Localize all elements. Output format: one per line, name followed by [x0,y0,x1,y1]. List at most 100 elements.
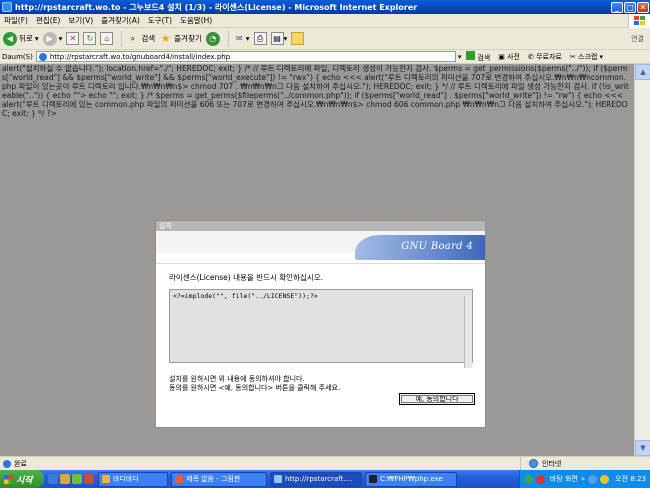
daum-toolbar-label: Daum(S) [2,52,33,61]
stop-button[interactable]: ✕ [66,32,80,45]
history-icon: ◔ [205,31,220,46]
edit-button[interactable]: ▤ ▾ [270,32,288,45]
status-text: 완료 [14,459,27,468]
back-label: 뒤로 [19,34,33,43]
minimize-button[interactable]: _ [611,1,623,13]
taskbar: 시작 바디바디 제목 없음 - 그림판 http://rpstarcraft..… [0,470,650,488]
toolbar-separator [227,30,229,47]
vertical-scrollbar[interactable]: ▲ ▼ [634,64,650,456]
free-calls-label: 무료자료 [536,52,562,61]
taskbar-item-label: 바디바디 [113,475,139,483]
search-tools: 검색 ▣ 사전 ✆ 무료자료 ✂ 스크랩 ▾ [466,50,603,63]
scroll-up-icon[interactable]: ▲ [635,64,650,80]
go-arrow-icon [466,50,476,60]
menu-tools[interactable]: 도구(T) [144,15,176,26]
links-label[interactable]: 연결 [631,34,644,44]
menu-edit[interactable]: 편집(E) [32,15,64,26]
license-notice: 라이센스(License) 내용을 반드시 확인하십시오. [169,273,324,282]
instruction-line-1: 설치를 원하시면 위 내용에 동의하셔야 합니다. [169,375,305,383]
mail-button[interactable]: ✉ ▾ [233,32,250,45]
chevron-icon[interactable]: » [581,475,585,483]
app-quicklaunch-icon[interactable] [84,474,94,484]
back-arrow-icon: ◀ [3,31,17,46]
start-label: 시작 [16,475,33,486]
refresh-button[interactable]: ↻ [83,32,97,45]
search-label: 검색 [141,34,156,43]
favorites-button[interactable]: ★ 즐겨찾기 [159,32,202,45]
go-search-label: 검색 [477,53,491,62]
ie-icon [274,475,282,483]
dialog-body: 라이센스(License) 내용을 반드시 확인하십시오. <?=implode… [156,264,485,393]
clock: 오전 8:23 [615,475,646,483]
forward-arrow-icon: ▶ [42,31,57,46]
dropdown-arrow-icon: ▾ [34,34,39,43]
go-search-button[interactable]: 검색 [466,50,491,63]
tray-icon[interactable] [535,474,545,484]
search-button[interactable]: ⌕ 검색 [126,32,156,45]
taskbar-item-php[interactable]: C:₩PHP₩php.exe [365,471,457,487]
dialog-title: 설치 [156,221,485,231]
search-icon: ⌕ [130,33,136,43]
license-scrollbar[interactable] [464,296,472,368]
page-done-icon [3,459,11,468]
app-quicklaunch-icon[interactable] [72,474,82,484]
taskbar-item-bodybody[interactable]: 바디바디 [98,471,168,487]
taskbar-item-ie[interactable]: http://rpstarcraft.... [270,471,362,487]
dropdown-arrow-icon: ▾ [283,34,288,43]
agree-button[interactable]: 예, 동의합니다 [399,393,475,405]
zone-label: 인터넷 [542,459,562,468]
home-button[interactable]: ⌂ [100,32,114,45]
page-icon [38,52,47,61]
scroll-down-icon[interactable]: ▼ [635,440,650,456]
instructions: 설치를 원하시면 위 내용에 동의하셔야 합니다. 동의를 원하시면 <예, 동… [169,375,472,393]
back-button[interactable]: ◀ 뒤로 ▾ [3,31,39,46]
desktop-toolbar-label[interactable]: 바탕 화면 [550,474,578,484]
taskbar-item-label: 제목 없음 - 그림판 [186,475,241,483]
taskbar-item-paint[interactable]: 제목 없음 - 그림판 [171,471,267,487]
standard-toolbar: ◀ 뒤로 ▾ ▶ ▾ ✕ ↻ ⌂ ⌕ 검색 ★ 즐겨찾기 ◔ ✉ ▾ ⎙ ▤ ▾… [0,28,650,50]
maximize-button[interactable]: □ [624,1,636,13]
menu-favorites[interactable]: 즐겨찾기(A) [97,15,144,26]
license-textarea[interactable]: <?=implode("", file("../LICENSE"));?> [169,289,473,363]
ie-quicklaunch-icon[interactable] [48,474,58,484]
taskbar-item-label: C:₩PHP₩php.exe [380,475,443,483]
dropdown-arrow-icon[interactable]: ▾ [458,53,462,61]
menu-view[interactable]: 보기(V) [64,15,97,26]
address-bar: Daum(S) http://rpstarcraft.wo.to/gnuboar… [0,50,650,64]
free-calls-button[interactable]: ✆ 무료자료 [528,52,562,62]
dialog-header: GNU Board 4 [156,231,485,264]
print-button[interactable]: ⎙ [253,32,267,45]
star-icon: ★ [160,32,171,45]
menu-file[interactable]: 파일(F) [0,15,32,26]
scrap-button[interactable]: ✂ 스크랩 ▾ [570,52,603,62]
forward-button[interactable]: ▶ ▾ [42,31,62,46]
window-title: http://rpstarcraft.wo.to - 그누보드4 설치 (1/3… [15,2,418,12]
network-icon[interactable] [600,474,610,484]
url-input[interactable]: http://rpstarcraft.wo.to/gnuboard4/insta… [35,51,456,62]
license-box: <?=implode("", file("../LICENSE"));?> [169,289,473,368]
start-button[interactable]: 시작 [0,470,44,488]
window-titlebar[interactable]: http://rpstarcraft.wo.to - 그누보드4 설치 (1/3… [0,0,650,14]
messenger-icon [102,475,110,483]
folder-quicklaunch-icon[interactable] [60,474,70,484]
console-icon [369,475,377,483]
volume-icon[interactable] [588,474,598,484]
dictionary-button[interactable]: ▣ 사전 [498,52,520,62]
history-button[interactable]: ◔ [205,31,220,46]
tray-icon[interactable] [523,474,533,484]
quick-launch [48,474,94,484]
install-dialog: 설치 GNU Board 4 라이센스(License) 내용을 반드시 확인하… [155,220,486,428]
dropdown-arrow-icon: ▾ [245,34,250,43]
gnuboard-logo: GNU Board 4 [355,235,485,260]
status-done: 완료 [0,459,520,469]
logo-text: GNU Board 4 [401,241,473,252]
stop-icon: ✕ [66,32,80,45]
windows-logo-icon [628,14,650,28]
menu-help[interactable]: 도움말(H) [176,15,216,26]
windows-flag-icon [4,474,13,484]
globe-icon [529,459,538,468]
status-bar: 완료 인터넷 [0,456,650,471]
close-button[interactable]: ✕ [637,1,649,13]
toolbar-separator [121,30,123,47]
folder-button[interactable] [291,32,305,45]
